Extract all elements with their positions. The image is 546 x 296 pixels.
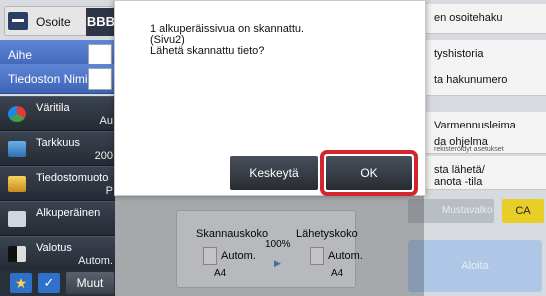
check-icon[interactable]: ✓ <box>38 273 60 293</box>
right-item-label-line2: anota -tila <box>434 176 483 188</box>
menu-exposure-label: Valotus <box>36 242 72 254</box>
menu-original[interactable]: Alkuperäinen <box>0 201 115 236</box>
subject-label: Aihe <box>8 48 33 62</box>
favorite-star-icon[interactable]: ★ <box>10 273 32 293</box>
dialog-line-3: Lähetä skannattu tieto? <box>150 45 265 57</box>
menu-file-format-label: Tiedostomuoto <box>36 172 109 184</box>
original-icon <box>8 211 26 227</box>
menu-file-format[interactable]: Tiedostomuoto P <box>0 166 115 201</box>
menu-original-label: Alkuperäinen <box>36 207 101 219</box>
menu-resolution-label: Tarkkuus <box>36 137 81 149</box>
ca-button[interactable]: CA <box>502 199 544 223</box>
exposure-icon <box>8 246 26 262</box>
filename-label: Tiedoston Nimi <box>8 72 88 86</box>
right-item-label: sta lähetä/ <box>434 164 485 176</box>
file-format-icon <box>8 176 26 192</box>
start-label: Aloita <box>461 260 489 272</box>
right-item-label: en osoitehaku <box>434 12 503 24</box>
menu-color-mode[interactable]: Väritila Au <box>0 96 115 131</box>
resolution-icon <box>8 141 26 157</box>
cancel-button[interactable]: Keskeytä <box>230 156 318 190</box>
dialog-message: 1 alkuperäissivua on skannattu. (Sivu2) … <box>150 24 304 57</box>
address-book-icon[interactable] <box>8 12 28 30</box>
menu-resolution-value: 200 <box>94 150 113 162</box>
color-mode-icon <box>8 106 26 122</box>
menu-resolution[interactable]: Tarkkuus 200 <box>0 131 115 166</box>
subject-input[interactable] <box>88 44 112 66</box>
menu-exposure-value: Autom. <box>78 255 113 267</box>
menu-exposure[interactable]: Valotus Autom. <box>0 236 115 271</box>
address-label: Osoite <box>36 15 71 29</box>
address-bbb-tile[interactable]: BBB <box>86 8 116 36</box>
right-item-program[interactable]: da ohjelma rekisteröidyt asetukset <box>424 128 546 154</box>
right-item-search-number[interactable]: ta hakunumero <box>424 66 546 96</box>
right-item-address-search[interactable]: en osoitehaku <box>424 4 546 34</box>
right-item-label: tyshistoria <box>434 48 484 60</box>
menu-file-format-value: P <box>105 185 113 197</box>
menu-color-mode-value: Au <box>99 115 113 127</box>
right-item-label: ta hakunumero <box>434 74 508 86</box>
menu-color-mode-label: Väritila <box>36 102 70 114</box>
filename-input[interactable] <box>88 68 112 90</box>
ok-button[interactable]: OK <box>326 156 412 190</box>
right-item-sub: rekisteröidyt asetukset <box>434 146 504 153</box>
right-item-send[interactable]: sta lähetä/ anota -tila <box>424 156 546 190</box>
filename-field[interactable]: Tiedoston Nimi <box>0 64 115 94</box>
start-button[interactable]: Aloita <box>408 240 542 292</box>
more-button[interactable]: Muut <box>66 272 114 294</box>
